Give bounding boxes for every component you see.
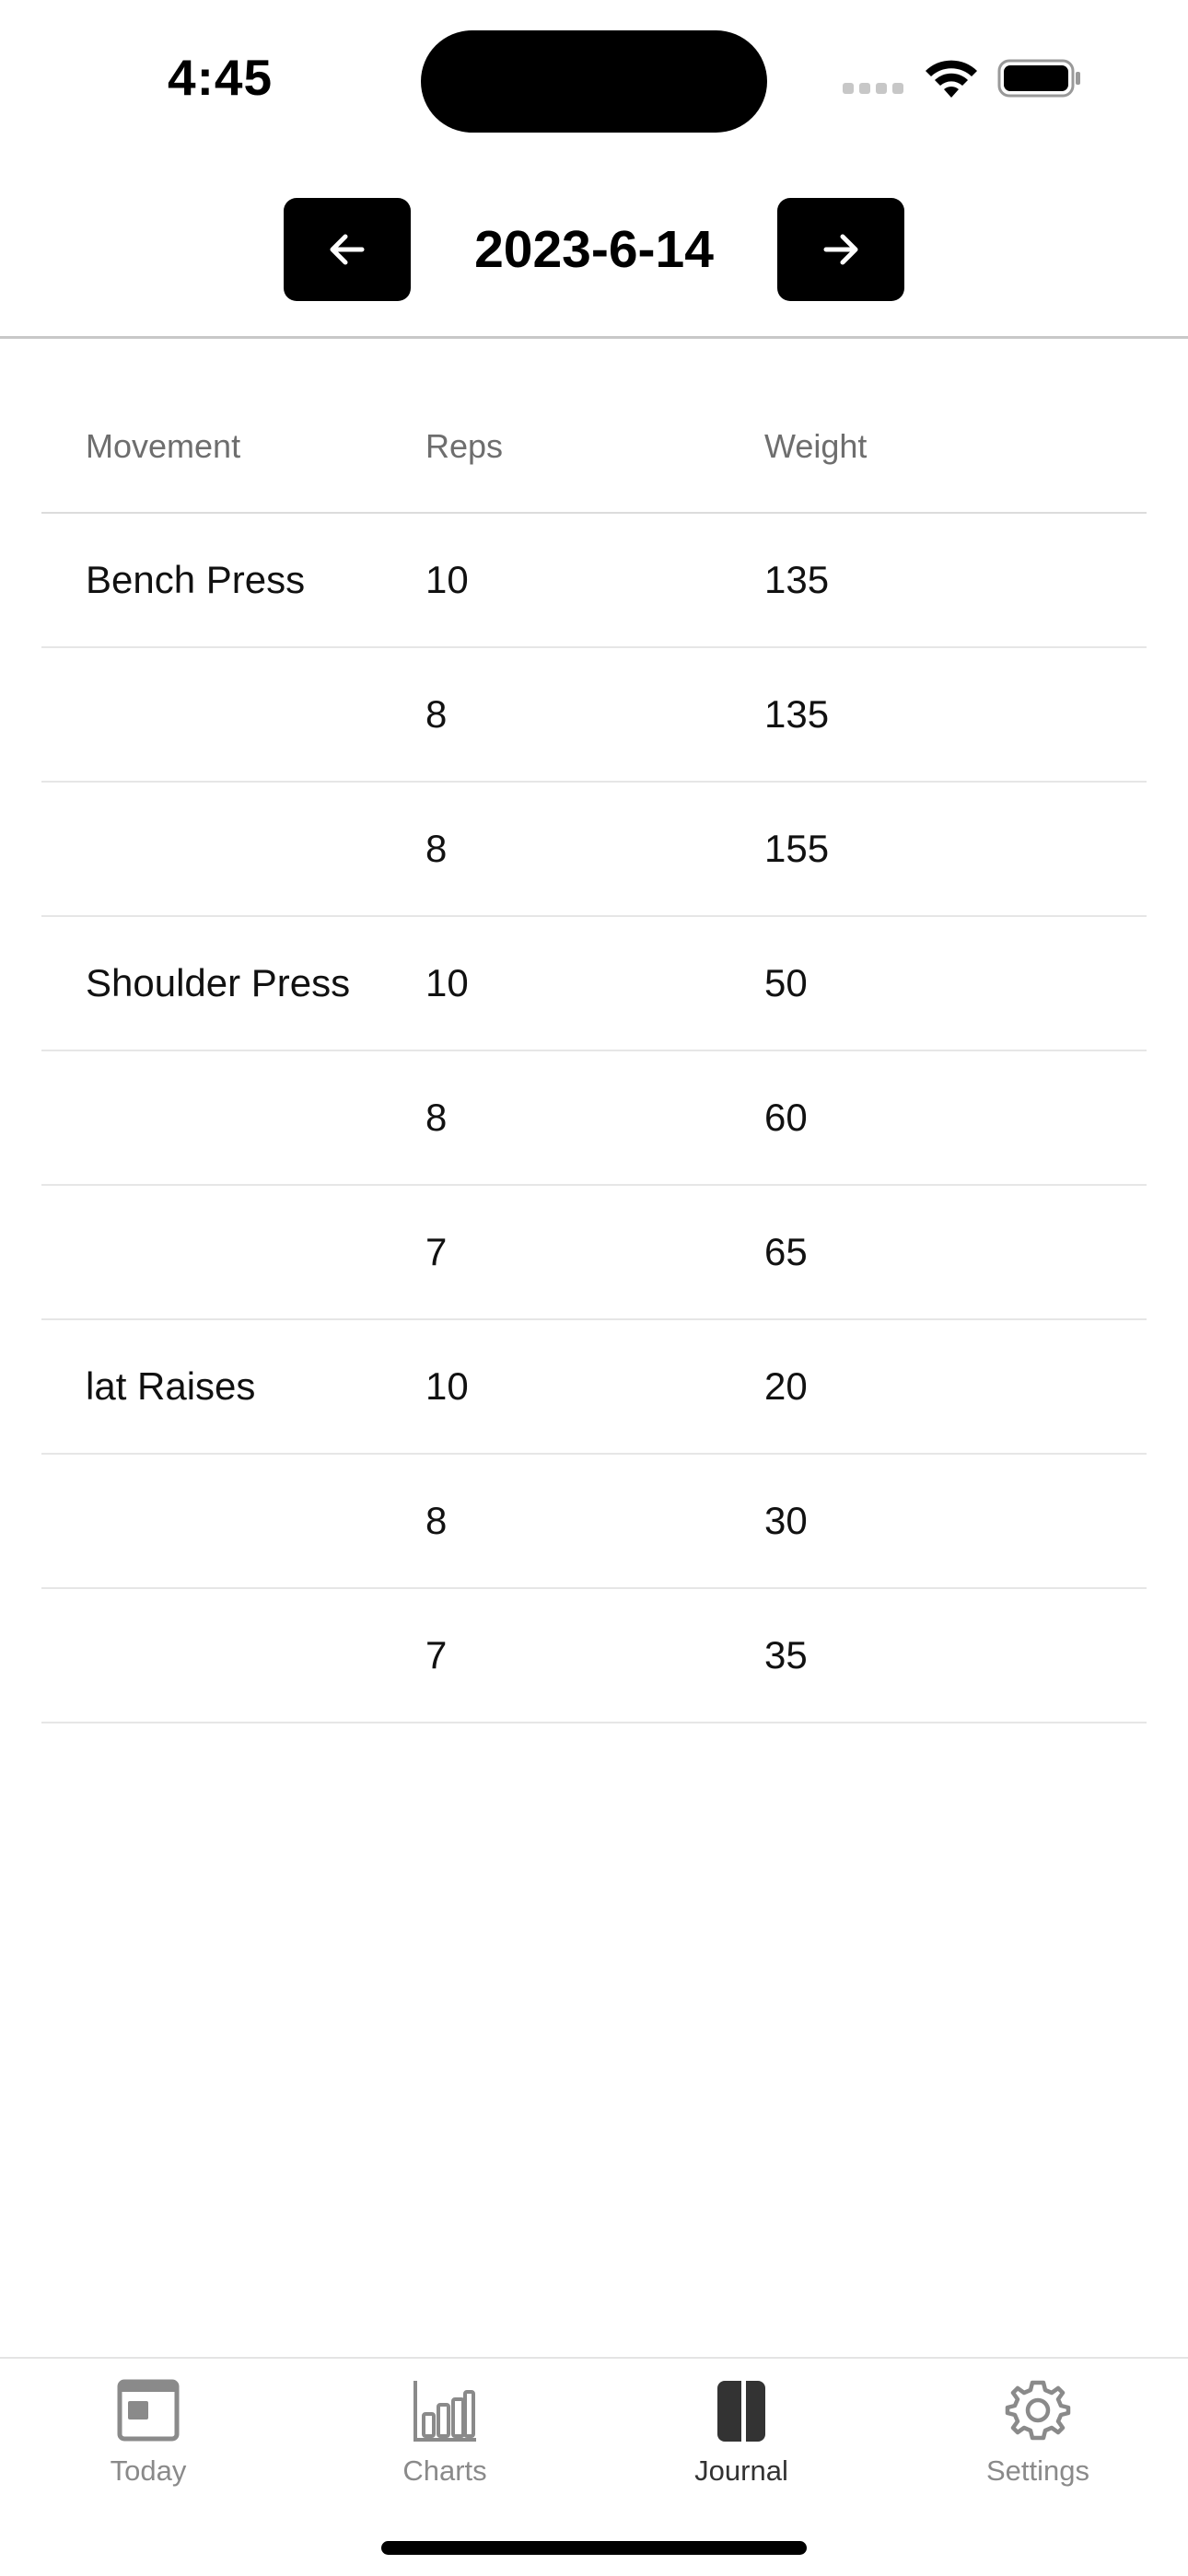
weight-cell: 20 [764,1364,808,1408]
table-header-row: Movement Reps Weight [41,380,1147,514]
tab-label: Journal [694,2454,788,2487]
reps-cell: 7 [425,1230,448,1273]
tab-charts[interactable]: Charts [297,2377,593,2488]
weight-cell: 65 [764,1230,808,1273]
table-row[interactable]: 7 65 [41,1186,1147,1320]
tab-settings[interactable]: Settings [890,2377,1186,2488]
tab-journal[interactable]: Journal [593,2377,890,2488]
reps-cell: 7 [425,1633,448,1677]
table-row[interactable]: Bench Press 10 135 [41,514,1147,648]
reps-cell: 8 [425,1499,448,1542]
table-row[interactable]: 8 60 [41,1051,1147,1186]
bar-chart-icon [413,2381,476,2442]
reps-cell: 10 [425,558,469,601]
journal-book-icon [717,2381,765,2442]
reps-cell: 10 [425,961,469,1004]
table-row[interactable]: lat Raises 10 20 [41,1320,1147,1455]
battery-icon [997,59,1080,98]
table-row[interactable]: 8 135 [41,648,1147,783]
weight-cell: 60 [764,1096,808,1139]
arrow-left-icon [330,234,365,265]
tab-label: Settings [985,2454,1089,2487]
table-row[interactable]: 7 35 [41,1589,1147,1723]
home-indicator[interactable] [381,2541,807,2555]
wifi-icon [926,60,977,98]
current-date: 2023-6-14 [474,220,714,279]
weight-cell: 50 [764,961,808,1004]
reps-cell: 8 [425,827,448,870]
workout-table: Movement Reps Weight Bench Press 10 135 … [41,380,1147,1723]
table-row[interactable]: 8 155 [41,783,1147,917]
reps-cell: 8 [425,692,448,736]
column-header-movement: Movement [86,426,241,465]
column-header-weight: Weight [764,426,868,465]
date-navigator: 2023-6-14 [0,198,1188,301]
tab-label: Today [110,2454,187,2487]
gear-icon [1005,2380,1071,2441]
header-divider [0,336,1188,339]
weight-cell: 30 [764,1499,808,1542]
table-row[interactable]: 8 30 [41,1455,1147,1589]
reps-cell: 10 [425,1364,469,1408]
status-time: 4:45 [168,49,274,106]
weight-cell: 135 [764,558,830,601]
weight-cell: 35 [764,1633,808,1677]
movement-cell: lat Raises [86,1364,256,1408]
arrow-right-icon [823,234,858,265]
tab-today[interactable]: Today [0,2377,297,2488]
column-header-reps: Reps [425,426,504,465]
next-day-button[interactable] [777,198,904,301]
tab-label: Charts [402,2454,487,2487]
reps-cell: 8 [425,1096,448,1139]
cellular-signal-icon [843,83,903,94]
movement-cell: Shoulder Press [86,961,351,1004]
previous-day-button[interactable] [284,198,411,301]
movement-cell: Bench Press [86,558,306,601]
weight-cell: 155 [764,827,830,870]
dynamic-island [421,30,767,133]
weight-cell: 135 [764,692,830,736]
calendar-icon [117,2379,180,2442]
table-row[interactable]: Shoulder Press 10 50 [41,917,1147,1051]
